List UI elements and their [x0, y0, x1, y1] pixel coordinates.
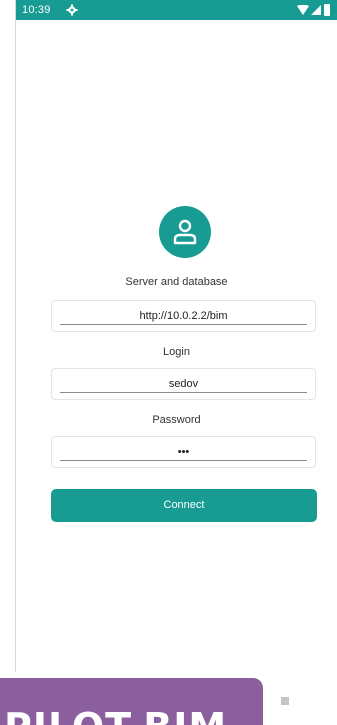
login-field[interactable]: sedov	[51, 368, 316, 400]
signal-icon	[311, 5, 321, 15]
server-underline	[60, 324, 307, 325]
brand-banner: PILOT-BIM	[0, 678, 263, 725]
battery-icon	[324, 4, 330, 16]
user-icon	[173, 219, 197, 245]
server-label: Server and database	[125, 276, 228, 288]
connect-button[interactable]: Connect	[51, 489, 317, 522]
square-icon	[281, 697, 289, 705]
server-value: http://10.0.2.2/bim	[139, 310, 228, 322]
password-field[interactable]: •••	[51, 436, 316, 468]
screen: 10:39 Server and database http://10.0.2.…	[0, 0, 337, 725]
gear-icon	[66, 4, 78, 16]
app-window	[16, 0, 337, 672]
status-time: 10:39	[22, 4, 51, 16]
login-label: Login	[163, 346, 190, 358]
avatar	[159, 206, 211, 258]
login-underline	[60, 392, 307, 393]
password-value: •••	[177, 446, 190, 458]
password-underline	[60, 460, 307, 461]
status-bar: 10:39	[16, 0, 337, 20]
server-field[interactable]: http://10.0.2.2/bim	[51, 300, 316, 332]
login-value: sedov	[168, 378, 199, 390]
brand-name: PILOT-BIM	[4, 705, 227, 725]
wifi-icon	[297, 5, 309, 15]
password-label: Password	[152, 414, 201, 426]
